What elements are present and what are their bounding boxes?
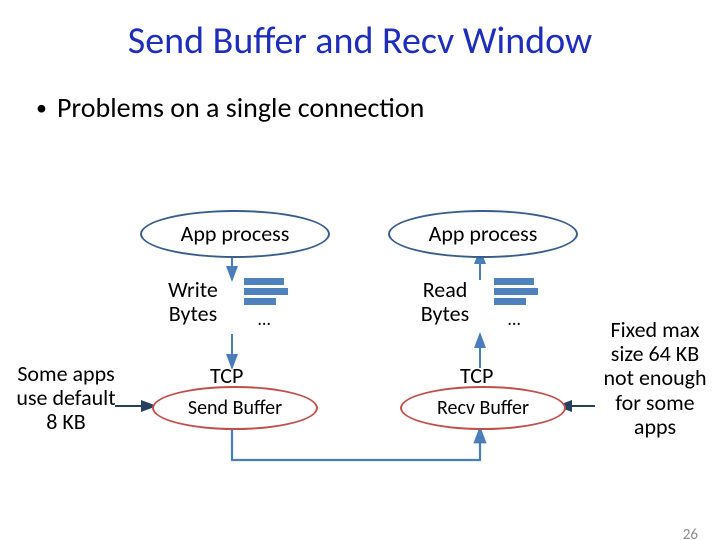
right-app-process-label: App process [429,222,538,246]
left-buffer-bubble: Send Buffer [152,386,318,430]
left-app-process-label: App process [181,222,290,246]
left-app-process-bubble: App process [140,210,330,258]
left-ellipsis: … [258,308,271,330]
connectors-svg [0,18,720,540]
left-note: Some apps use default 8 KB [12,362,120,435]
left-bars-icon [244,278,288,308]
right-buffer-bubble: Recv Buffer [400,386,566,430]
right-tcp-label: TCP [460,362,493,389]
right-buffer-label: Recv Buffer [437,397,529,419]
right-ellipsis: … [508,308,521,330]
right-app-process-bubble: App process [388,210,578,258]
left-tcp-label: TCP [210,362,243,389]
right-action-label: Read Bytes [412,278,478,326]
slide-number: 26 [683,526,698,540]
right-bars-icon [494,278,538,308]
right-note: Fixed max size 64 KB not enough for some… [596,318,714,439]
left-action-label: Write Bytes [158,278,228,326]
left-buffer-label: Send Buffer [188,397,282,419]
